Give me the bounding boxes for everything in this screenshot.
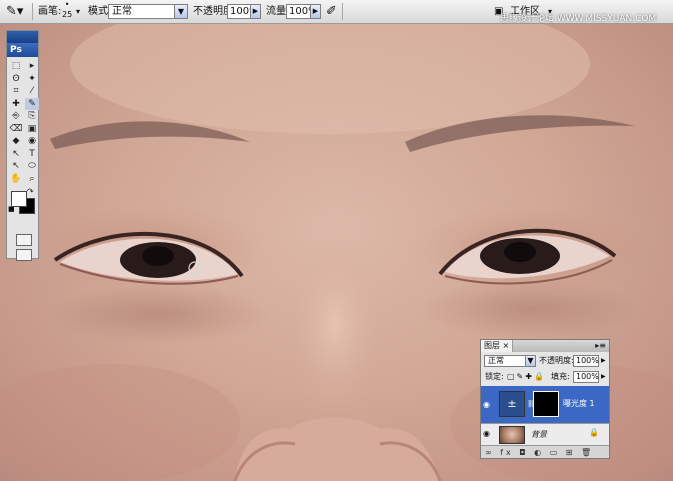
blur-tool-icon[interactable]: ◆ xyxy=(9,135,23,148)
watermark: 思缘设计论坛 WWW.MISSYUAN.COM xyxy=(500,14,657,24)
layer-mask-thumbnail[interactable] xyxy=(533,391,559,417)
toolbox: Ps ⬚ ▸ ʘ ✦ ⌗ ⁄ ✚ ✎ ⎆ ⎘ ⌫ ▣ ◆ ◉ ↖ T ↖ ⬭ ✋… xyxy=(6,30,39,261)
layers-panel-title-bar: 图层 × ▸≡ xyxy=(481,340,609,352)
ps-logo[interactable]: Ps xyxy=(7,43,38,57)
foreground-color-swatch[interactable] xyxy=(11,191,27,207)
flow-slider-button[interactable]: ▶ xyxy=(310,4,321,19)
zoom-tool-icon[interactable]: ⌕ xyxy=(25,173,39,186)
dodge-tool-icon[interactable]: ◉ xyxy=(25,135,39,148)
panel-menu-icon[interactable]: ▸≡ xyxy=(595,340,609,352)
history-brush-tool-icon[interactable]: ⎘ xyxy=(25,110,39,123)
marquee-tool-icon[interactable]: ⬚ xyxy=(9,60,23,73)
layer-opacity-label: 不透明度: xyxy=(539,356,574,365)
background-thumbnail xyxy=(499,426,525,444)
eraser-tool-icon[interactable]: ⌫ xyxy=(9,123,23,136)
fill-input[interactable]: 100% xyxy=(573,371,599,383)
blend-mode-select[interactable]: 正常 ▼ xyxy=(484,355,536,367)
crop-tool-icon[interactable]: ⌗ xyxy=(9,85,23,98)
tool-grid: ⬚ ▸ ʘ ✦ ⌗ ⁄ ✚ ✎ ⎆ ⎘ ⌫ ▣ ◆ ◉ ↖ T ↖ ⬭ ✋ ⌕ xyxy=(7,57,39,186)
lock-row: 锁定: ▢✎✚🔒 填充: 100% ▶ xyxy=(481,370,609,384)
layers-panel-footer[interactable]: ∞ fx ◘ ◐ ▭ ⊞ 🗑 xyxy=(481,445,609,458)
eye-icon[interactable]: ◉ xyxy=(483,400,490,409)
layer-row-background[interactable]: ◉ 背景 🔒 xyxy=(481,424,609,446)
layer-row-exposure[interactable]: ◉ ± ⛓ 曝光度 1 xyxy=(481,386,609,424)
mode-value: 正常 xyxy=(112,6,132,17)
move-tool-icon[interactable]: ▸ xyxy=(25,60,39,73)
chevron-down-icon: ▼ xyxy=(525,356,535,366)
gradient-tool-icon[interactable]: ▣ xyxy=(25,123,39,136)
brush-preset-picker[interactable]: • 25 xyxy=(62,0,73,19)
close-icon[interactable]: × xyxy=(503,341,510,350)
layers-panel: 图层 × ▸≡ 正常 ▼ 不透明度: 100% ▶ 锁定: ▢✎✚🔒 填充: 1… xyxy=(480,339,610,459)
screen-mode-button[interactable] xyxy=(16,249,32,261)
lock-icons[interactable]: ▢✎✚🔒 xyxy=(507,370,546,384)
lasso-tool-icon[interactable]: ʘ xyxy=(9,73,23,86)
mode-select[interactable]: 正常 ▼ xyxy=(108,4,188,19)
swap-colors-icon[interactable]: ↷ xyxy=(27,187,34,196)
fill-label: 填充: xyxy=(551,372,570,381)
color-swatches: ↷ ■ xyxy=(7,187,38,217)
pen-tool-icon[interactable]: ↖ xyxy=(9,160,23,173)
path-selection-tool-icon[interactable]: ↖ xyxy=(9,148,23,161)
type-tool-icon[interactable]: T xyxy=(25,148,39,161)
tab-layers-label: 图层 xyxy=(484,341,500,350)
opacity-slider-button[interactable]: ▶ xyxy=(250,4,261,19)
blend-row: 正常 ▼ 不透明度: 100% ▶ xyxy=(481,354,609,368)
chevron-down-icon: ▼ xyxy=(174,5,187,18)
brush-size-value: 25 xyxy=(62,10,73,19)
layer-name[interactable]: 背景 xyxy=(531,429,547,440)
shape-tool-icon[interactable]: ⬭ xyxy=(25,160,39,173)
lock-label: 锁定: xyxy=(485,372,504,381)
magic-wand-tool-icon[interactable]: ✦ xyxy=(25,73,39,86)
brush-tool-icon[interactable]: ✎ xyxy=(25,97,39,110)
quick-mask-button[interactable] xyxy=(16,234,32,246)
airbrush-icon[interactable]: ✐ xyxy=(326,3,337,20)
blend-mode-value: 正常 xyxy=(488,356,504,365)
brush-tool-icon[interactable]: ✎▾ xyxy=(6,3,23,20)
hand-tool-icon[interactable]: ✋ xyxy=(9,173,23,186)
layer-name[interactable]: 曝光度 1 xyxy=(563,398,595,409)
eye-icon[interactable]: ◉ xyxy=(483,429,490,438)
adjustment-thumbnail-icon: ± xyxy=(499,391,525,417)
toolbox-title-bar[interactable] xyxy=(7,31,38,43)
options-bar: ✎▾ 画笔: • 25 ▾ 模式: 正常 ▼ 不透明度: 100% ▶ 流量: 1… xyxy=(0,0,673,24)
opacity-flyout-icon[interactable]: ▶ xyxy=(601,354,606,368)
tab-layers[interactable]: 图层 × xyxy=(481,340,514,352)
clone-stamp-tool-icon[interactable]: ⎆ xyxy=(9,110,23,123)
fill-flyout-icon[interactable]: ▶ xyxy=(601,370,606,384)
layer-opacity-input[interactable]: 100% xyxy=(573,355,599,367)
healing-brush-tool-icon[interactable]: ✚ xyxy=(9,98,23,111)
brush-dropdown-arrow-icon[interactable]: ▾ xyxy=(76,3,80,20)
brush-label: 画笔: xyxy=(38,6,62,17)
lock-icon: 🔒 xyxy=(589,428,599,437)
slice-tool-icon[interactable]: ⁄ xyxy=(25,85,39,98)
